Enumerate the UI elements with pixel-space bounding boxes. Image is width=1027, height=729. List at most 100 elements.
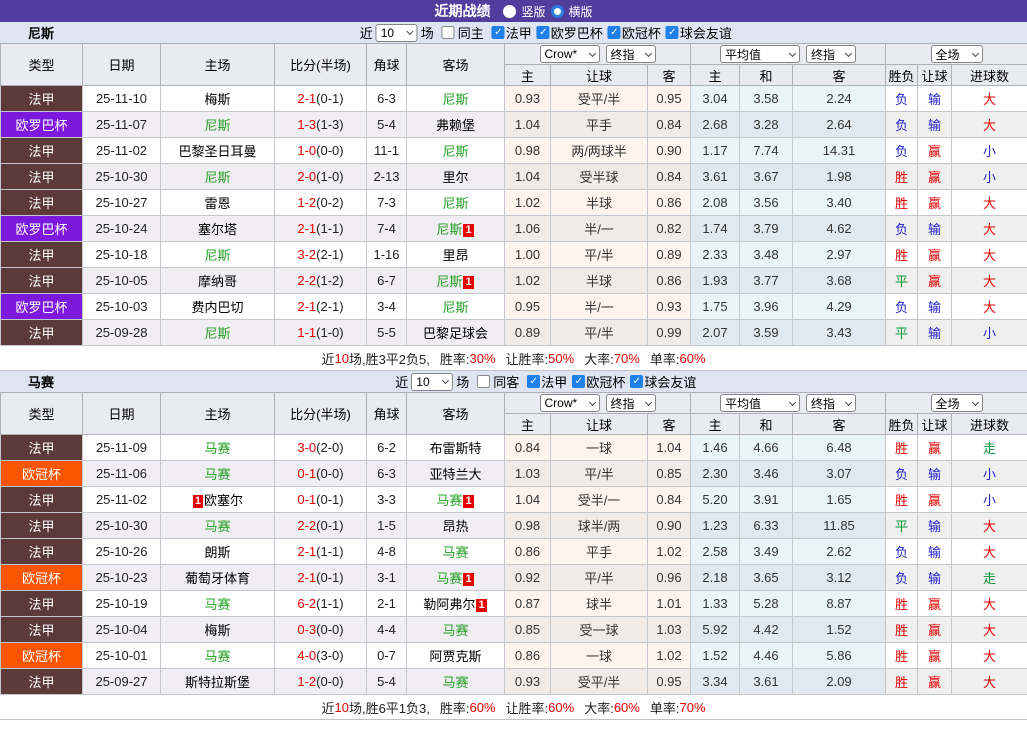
home-team-cell: 摩纳哥 <box>160 267 275 294</box>
league-filter-checkbox-0[interactable]: ✓ <box>491 26 505 39</box>
company-time-select[interactable]: 终指 <box>605 394 656 412</box>
home-team-cell: 塞尔塔 <box>160 215 275 242</box>
date-cell: 25-09-28 <box>82 319 161 346</box>
league-filter-checkbox-2[interactable]: ✓ <box>607 26 621 39</box>
same-venue-checkbox[interactable] <box>477 375 491 388</box>
half-time-score: (1-0) <box>316 169 344 184</box>
sub-header: 让球 <box>550 413 648 435</box>
score-cell: 4-0(3-0) <box>274 642 367 669</box>
team-text: 费内巴切 <box>191 300 244 315</box>
vertical-layout-radio[interactable] <box>503 4 517 18</box>
same-venue-checkbox[interactable] <box>441 26 455 39</box>
league-filter-checkbox-1[interactable]: ✓ <box>536 26 550 39</box>
full-time-score: 2-1 <box>297 570 317 585</box>
team-text: 弗赖堡 <box>435 118 475 133</box>
handicap-cell: 两/两球半 <box>550 137 648 164</box>
horizontal-layout-label[interactable]: 横版 <box>569 3 593 20</box>
red-card-badge: 1 <box>463 224 474 237</box>
average-select[interactable]: 平均值 <box>720 45 801 63</box>
sub-header: 客 <box>791 413 887 435</box>
average-select[interactable]: 平均值 <box>720 394 801 412</box>
league-cell: 法甲 <box>0 538 83 565</box>
average-time-select-chevron-down-icon <box>844 49 853 57</box>
goals-result-cell: 大 <box>951 215 1027 242</box>
horizontal-layout-radio[interactable] <box>550 4 564 18</box>
avg-away-cell: 5.86 <box>791 642 887 669</box>
vertical-layout-label[interactable]: 竖版 <box>521 3 545 20</box>
team-text: 阿贾克斯 <box>429 649 482 664</box>
goals-result-cell: 小 <box>951 460 1027 487</box>
team-section-marseille: 马赛近 10 场同客 ✓ 法甲 ✓ 欧冠杯 ✓ 球会友谊 类型 日期 主场 比分(半场) 角球 客场 Crow… <box>0 371 1027 720</box>
date-cell: 25-10-19 <box>82 590 161 617</box>
win-loss-cell: 胜 <box>885 189 919 216</box>
home-odds-cell: 0.92 <box>504 564 551 591</box>
handicap-cell: 平/半 <box>550 564 648 591</box>
match-row: 法甲 25-09-27 斯特拉斯堡 1-2(0-0) 5-4 马赛 0.93 受平/半 0.95… <box>0 668 1027 695</box>
company-select[interactable]: Crow* <box>539 394 600 412</box>
away-team-cell: 尼斯 <box>406 85 505 112</box>
summary-line: 近 10 场,胜3平2负5, 胜率: 30% 让胜率: 50% 大率: 70% 单率: 60% <box>0 346 1027 371</box>
home-team-cell: 马赛 <box>160 512 275 539</box>
company-select-value: Crow* <box>544 47 578 61</box>
match-row: 法甲 25-11-10 梅斯 2-1(0-1) 6-3 尼斯 0.93 受平/半 0.95 3.0… <box>0 85 1027 112</box>
avg-away-cell: 11.85 <box>791 512 887 539</box>
win-loss-cell: 负 <box>885 215 919 242</box>
half-time-score: (0-1) <box>316 91 344 106</box>
full-time-score: 1-0 <box>297 143 317 158</box>
league-cell: 法甲 <box>0 85 83 112</box>
average-select-value: 平均值 <box>725 47 762 62</box>
team-text: 梅斯 <box>204 92 231 107</box>
home-odds-cell: 0.98 <box>504 512 551 539</box>
league-filter-checkbox-1[interactable]: ✓ <box>572 375 586 388</box>
recent-count-select-value: 10 <box>380 25 395 40</box>
sub-header: 主 <box>504 64 551 86</box>
handicap-cell: 半球 <box>550 189 648 216</box>
league-filter-checkbox-3[interactable]: ✓ <box>665 26 679 39</box>
sub-header: 胜负 <box>885 413 919 435</box>
goals-result-cell: 大 <box>951 241 1027 268</box>
handicap-cell: 平手 <box>550 111 648 138</box>
handicap-result-cell: 输 <box>917 512 953 539</box>
recent-count-select[interactable]: 10 <box>411 372 454 391</box>
league-filter-label-0: 法甲 <box>541 375 568 390</box>
avg-away-cell: 6.48 <box>791 434 887 461</box>
avg-home-cell: 1.93 <box>690 267 740 294</box>
avg-draw-cell: 3.65 <box>739 564 793 591</box>
average-time-select[interactable]: 终指 <box>806 45 857 63</box>
team-text: 巴黎足球会 <box>422 326 488 341</box>
summary-stat-value: 60% <box>679 350 706 366</box>
league-filter-checkbox-0[interactable]: ✓ <box>527 375 541 388</box>
red-card-badge: 1 <box>463 276 474 289</box>
sub-header: 让球 <box>917 413 953 435</box>
goals-result-cell: 大 <box>951 111 1027 138</box>
score-cell: 2-0(1-0) <box>274 163 367 190</box>
handicap-result-cell: 赢 <box>917 241 953 268</box>
scope-select[interactable]: 全场 <box>930 394 983 412</box>
full-time-score: 1-2 <box>297 195 317 210</box>
date-cell: 25-11-10 <box>82 85 161 112</box>
full-time-score: 3-0 <box>297 440 317 455</box>
avg-away-cell: 3.68 <box>791 267 887 294</box>
company-time-select[interactable]: 终指 <box>605 45 656 63</box>
goals-result-cell: 小 <box>951 319 1027 346</box>
same-venue-label: 同客 <box>493 375 520 390</box>
red-card-badge: 1 <box>476 599 487 612</box>
full-time-score: 2-0 <box>297 169 317 184</box>
win-loss-cell: 胜 <box>885 668 919 695</box>
league-filter-checkbox-2[interactable]: ✓ <box>630 375 644 388</box>
full-time-score: 1-1 <box>297 325 317 340</box>
scope-select[interactable]: 全场 <box>930 45 983 63</box>
win-loss-cell: 胜 <box>885 434 919 461</box>
team-text: 马赛 <box>442 623 469 638</box>
team-text: 梅斯 <box>204 623 231 638</box>
recent-count-select[interactable]: 10 <box>375 23 418 42</box>
avg-home-cell: 1.74 <box>690 215 740 242</box>
company-select[interactable]: Crow* <box>539 45 600 63</box>
home-odds-cell: 0.87 <box>504 590 551 617</box>
handicap-result-cell: 输 <box>917 85 953 112</box>
average-time-select[interactable]: 终指 <box>806 394 857 412</box>
handicap-result-cell: 赢 <box>917 590 953 617</box>
match-row: 法甲 25-11-02 巴黎圣日耳曼 1-0(0-0) 11-1 尼斯 0.98 两/两球半 0… <box>0 137 1027 164</box>
date-cell: 25-10-01 <box>82 642 161 669</box>
away-odds-cell: 0.95 <box>647 668 691 695</box>
